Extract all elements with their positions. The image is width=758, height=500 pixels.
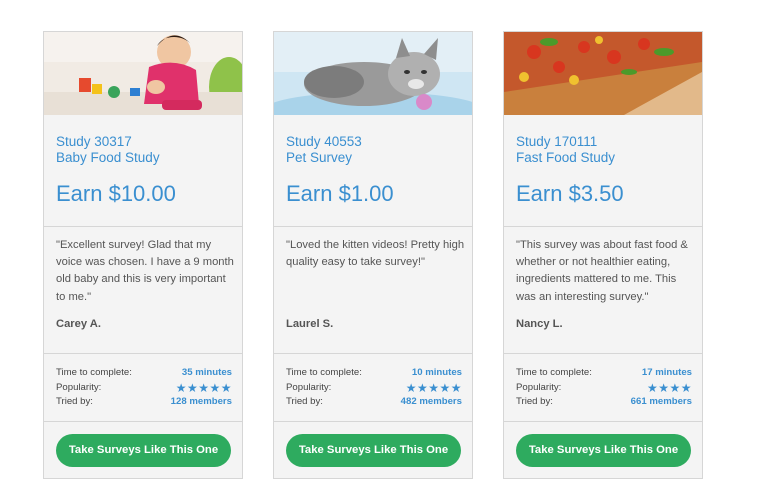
tried-value: 661 members bbox=[630, 396, 692, 407]
tried-label: Tried by: bbox=[56, 396, 93, 407]
earn-amount: Earn $10.00 bbox=[56, 181, 176, 206]
star-rating-icon: ★★★★ bbox=[646, 380, 692, 395]
study-name: Pet Survey bbox=[286, 150, 353, 165]
divider bbox=[44, 353, 242, 354]
study-image-pizza bbox=[504, 32, 702, 115]
time-label: Time to complete: bbox=[286, 367, 362, 378]
time-value: 35 minutes bbox=[181, 367, 232, 378]
time-label: Time to complete: bbox=[516, 367, 592, 378]
divider bbox=[274, 353, 472, 354]
divider bbox=[274, 421, 472, 422]
study-name: Fast Food Study bbox=[516, 150, 616, 165]
divider bbox=[274, 226, 472, 227]
stats-values: 17 minutes ★★★★ 661 members bbox=[631, 366, 692, 410]
tried-value: 128 members bbox=[170, 396, 232, 407]
stats-labels: Time to complete: Popularity: Tried by: bbox=[516, 366, 592, 410]
survey-card: Study 40553 Pet Survey Earn $1.00 "Loved… bbox=[273, 31, 473, 479]
tried-value: 482 members bbox=[400, 396, 462, 407]
testimonial-author: Laurel S. bbox=[286, 318, 334, 330]
time-label: Time to complete: bbox=[56, 367, 132, 378]
survey-card: Study 30317 Baby Food Study Earn $10.00 … bbox=[43, 31, 243, 479]
divider bbox=[44, 226, 242, 227]
study-id: Study 40553 bbox=[286, 134, 362, 149]
take-surveys-button[interactable]: Take Surveys Like This One bbox=[286, 434, 461, 467]
study-id: Study 170111 bbox=[516, 134, 598, 149]
testimonial-quote: "Excellent survey! Glad that my voice wa… bbox=[56, 239, 234, 303]
time-value: 17 minutes bbox=[641, 367, 692, 378]
tried-label: Tried by: bbox=[286, 396, 323, 407]
stats-labels: Time to complete: Popularity: Tried by: bbox=[286, 366, 362, 410]
testimonial-quote: "This survey was about fast food & wheth… bbox=[516, 239, 688, 303]
divider bbox=[44, 421, 242, 422]
study-id: Study 30317 bbox=[56, 134, 132, 149]
popularity-label: Popularity: bbox=[516, 381, 562, 393]
survey-card: Study 170111 Fast Food Study Earn $3.50 … bbox=[503, 31, 703, 479]
study-image-kitten bbox=[274, 32, 472, 115]
star-rating-icon: ★★★★★ bbox=[175, 380, 232, 395]
stats-values: 35 minutes ★★★★★ 128 members bbox=[171, 366, 232, 410]
time-value: 10 minutes bbox=[411, 367, 462, 378]
testimonial-author: Nancy L. bbox=[516, 318, 563, 330]
divider bbox=[504, 226, 702, 227]
earn-amount: Earn $1.00 bbox=[286, 181, 394, 206]
earn-amount: Earn $3.50 bbox=[516, 181, 624, 206]
popularity-label: Popularity: bbox=[286, 381, 332, 393]
testimonial-author: Carey A. bbox=[56, 318, 101, 330]
stats-labels: Time to complete: Popularity: Tried by: bbox=[56, 366, 132, 410]
take-surveys-button[interactable]: Take Surveys Like This One bbox=[516, 434, 691, 467]
tried-label: Tried by: bbox=[516, 396, 553, 407]
stats-values: 10 minutes ★★★★★ 482 members bbox=[401, 366, 462, 410]
take-surveys-button[interactable]: Take Surveys Like This One bbox=[56, 434, 231, 467]
star-rating-icon: ★★★★★ bbox=[405, 380, 462, 395]
divider bbox=[504, 421, 702, 422]
popularity-label: Popularity: bbox=[56, 381, 102, 393]
divider bbox=[504, 353, 702, 354]
testimonial-quote: "Loved the kitten videos! Pretty high qu… bbox=[286, 239, 465, 269]
study-image-baby bbox=[44, 32, 242, 115]
study-name: Baby Food Study bbox=[56, 150, 160, 165]
